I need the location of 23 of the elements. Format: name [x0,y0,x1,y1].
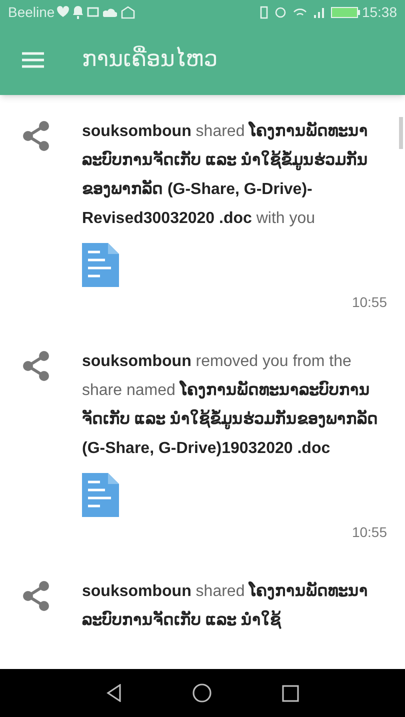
document-icon [82,243,119,287]
document-icon [82,473,119,517]
bell-icon [72,6,83,18]
timestamp: 10:55 [352,294,387,310]
back-icon[interactable] [106,684,122,702]
recents-icon[interactable] [282,684,299,702]
scrollbar-thumb [399,117,403,149]
timestamp: 10:55 [352,524,387,540]
share-icon [22,351,50,381]
home-icon[interactable] [192,683,212,703]
share-icon [22,581,50,611]
heart-icon [56,6,69,18]
signal-icon [314,6,324,18]
wifi-icon [292,8,307,16]
activity-text: souksomboun shared ໂຄງການພັດທະນາລະບົບການຈັດເກັບ ແລະ ນຳໃຊ້ຂໍ້ມູນຮ່ວມກັນຂອງພາກລັດ (G-Share, G-Drive)-Revised30032020 .doc with you [82,120,370,229]
activity-text: souksomboun removed you from the share named ໂຄງການພັດທະນາລະບົບການຈັດເກັບ ແລະ ນຳໃຊ້ຂໍ້ມູນຮ່ວມກັນຂອງພາກລັດ (G-Share, G-Drive)19032020 .doc [82,352,379,459]
share-icon [22,121,50,151]
activity-text: souksomboun shared ໂຄງການພັດທະນາລະບົບການຈັດເກັບ ແລະ ນຳໃຊ້ [82,580,370,631]
carrier-name: Beeline [8,2,55,22]
screen-title: ການເຄື່ອນໄຫວ [82,44,218,74]
cloud-icon [102,8,117,16]
clock: 15:38 [362,2,397,22]
battery-icon [330,6,360,18]
